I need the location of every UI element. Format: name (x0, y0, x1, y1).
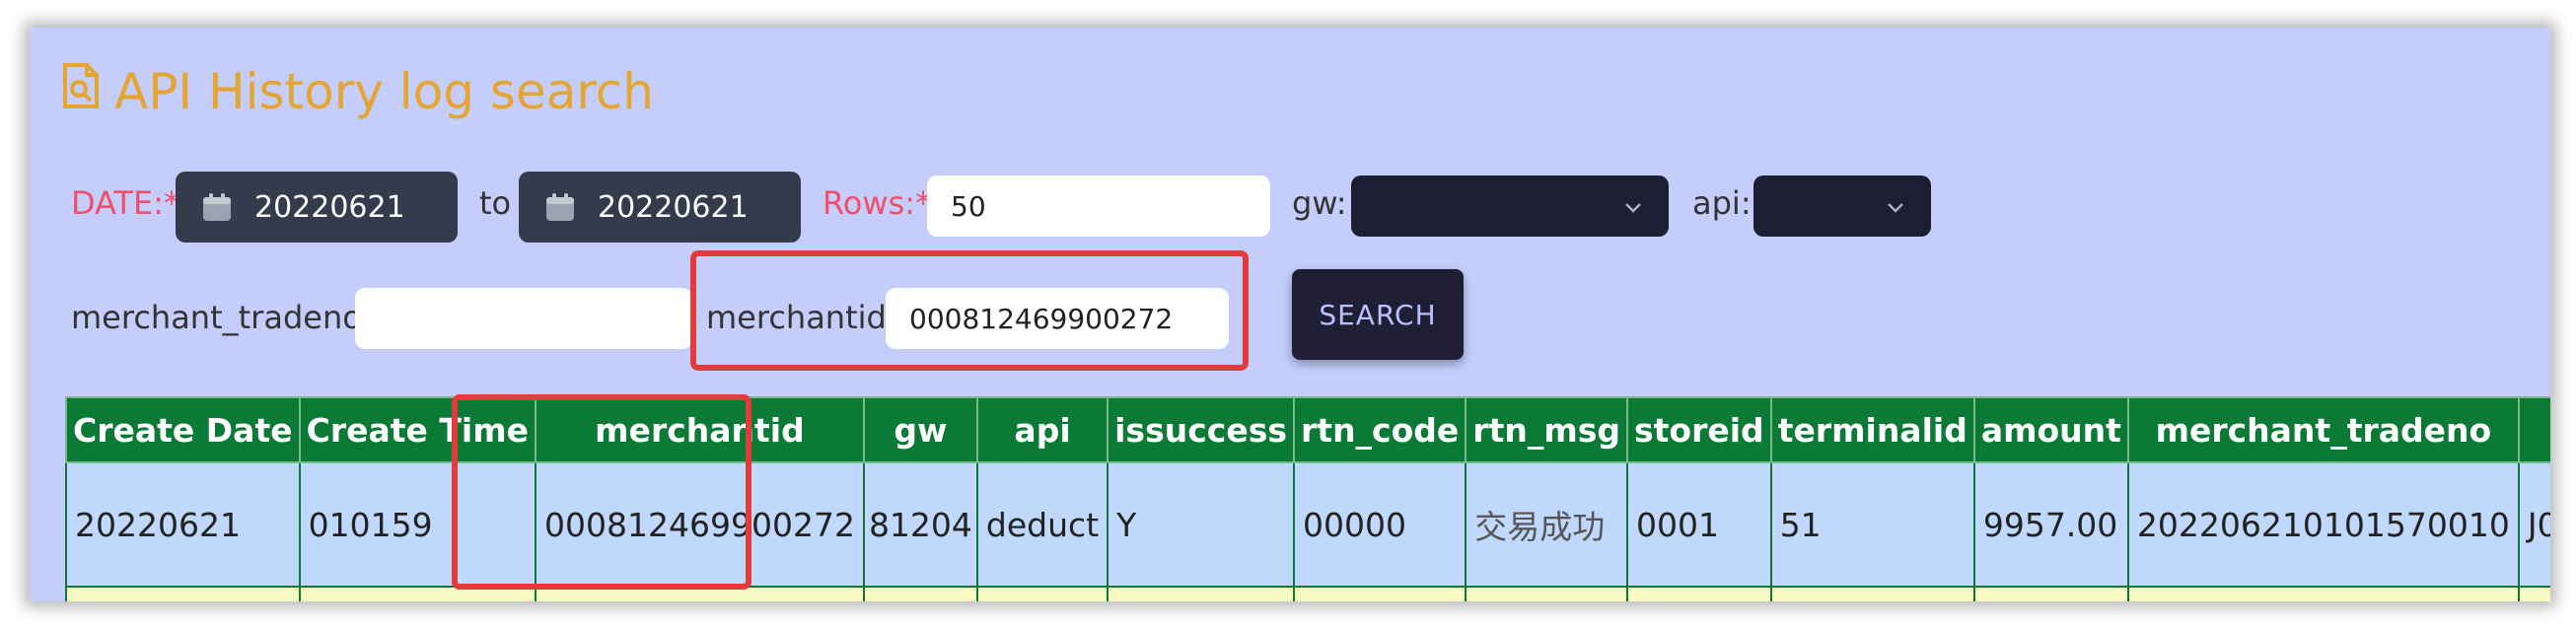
cell-empty (1769, 586, 1975, 601)
column-header-storeid[interactable]: storeid (1626, 396, 1772, 463)
search-button[interactable]: SEARCH (1292, 269, 1464, 360)
cell-merchantid: 000812469900272 (535, 461, 865, 588)
column-header-create-date[interactable]: Create Date (65, 396, 301, 463)
merchantid-label: merchantid: (706, 299, 897, 336)
cell-empty (1972, 586, 2129, 601)
column-header-terminalid[interactable]: terminalid (1769, 396, 1975, 463)
gw-label: gw: (1292, 184, 1347, 222)
page-title-text: API History log search (114, 63, 654, 120)
column-header-merchantid[interactable]: merchantid (535, 396, 865, 463)
calendar-icon (546, 193, 574, 221)
cell-empty (65, 586, 301, 601)
cell-empty (2517, 586, 2550, 601)
column-header-create-time[interactable]: Create Time (298, 396, 537, 463)
table-row[interactable]: 20220621 010159 000812469900272 81204 de… (65, 461, 2550, 588)
calendar-icon (203, 193, 231, 221)
date-from-field[interactable]: 20220621 (176, 172, 458, 243)
column-header-merchant-tradeno[interactable]: merchant_tradeno (2126, 396, 2520, 463)
date-to-value: 20220621 (598, 189, 749, 225)
cell-empty (1107, 586, 1296, 601)
cell-service-tradeno: J0065280122062100001 (2517, 461, 2550, 588)
cell-rtn-msg: 交易成功 (1465, 461, 1628, 588)
page-title: API History log search (61, 57, 654, 126)
chevron-down-icon (1625, 203, 1641, 213)
column-header-issuccess[interactable]: issuccess (1107, 396, 1296, 463)
api-select[interactable] (1753, 175, 1931, 237)
table-header-row: Create Date Create Time merchantid gw ap… (65, 396, 2550, 463)
table-row[interactable] (65, 586, 2550, 601)
gw-select[interactable] (1351, 175, 1669, 237)
rows-label: Rows:* (823, 184, 931, 222)
column-header-api[interactable]: api (975, 396, 1109, 463)
cell-amount: 9957.00 (1972, 461, 2129, 588)
merchant-tradeno-label: merchant_tradeno: (71, 299, 373, 336)
date-from-value: 20220621 (254, 189, 405, 225)
column-header-amount[interactable]: amount (1972, 396, 2129, 463)
date-label: DATE:* (71, 184, 180, 222)
to-label: to (479, 184, 512, 222)
date-to-field[interactable]: 20220621 (519, 172, 801, 243)
cell-empty (298, 586, 537, 601)
cell-empty (1465, 586, 1628, 601)
api-label: api: (1692, 184, 1752, 222)
cell-create-date: 20220621 (65, 461, 301, 588)
results-table: Create Date Create Time merchantid gw ap… (65, 396, 2550, 601)
cell-empty (2126, 586, 2520, 601)
chevron-down-icon (1888, 203, 1903, 213)
merchant-tradeno-input[interactable] (355, 288, 692, 349)
search-panel: API History log search DATE:* 20220621 t… (30, 28, 2550, 601)
column-header-rtn-msg[interactable]: rtn_msg (1465, 396, 1628, 463)
cell-rtn-code: 00000 (1293, 461, 1467, 588)
column-header-rtn-code[interactable]: rtn_code (1293, 396, 1467, 463)
cell-api: deduct (975, 461, 1109, 588)
cell-merchant-tradeno: 20220621010157001​0 (2126, 461, 2520, 588)
cell-empty (862, 586, 978, 601)
cell-gw: 81204 (862, 461, 978, 588)
merchantid-input[interactable] (886, 288, 1229, 349)
document-search-icon (61, 61, 101, 122)
cell-create-time: 010159 (298, 461, 537, 588)
column-header-service-tradeno[interactable]: service_tradeno (2517, 396, 2550, 463)
cell-issuccess: Y (1107, 461, 1296, 588)
cell-empty (1293, 586, 1467, 601)
cell-empty (1626, 586, 1772, 601)
cell-empty (975, 586, 1109, 601)
cell-empty (535, 586, 865, 601)
cell-storeid: 0001 (1626, 461, 1772, 588)
column-header-gw[interactable]: gw (862, 396, 978, 463)
cell-terminalid: 51 (1769, 461, 1975, 588)
rows-input[interactable] (927, 175, 1270, 237)
